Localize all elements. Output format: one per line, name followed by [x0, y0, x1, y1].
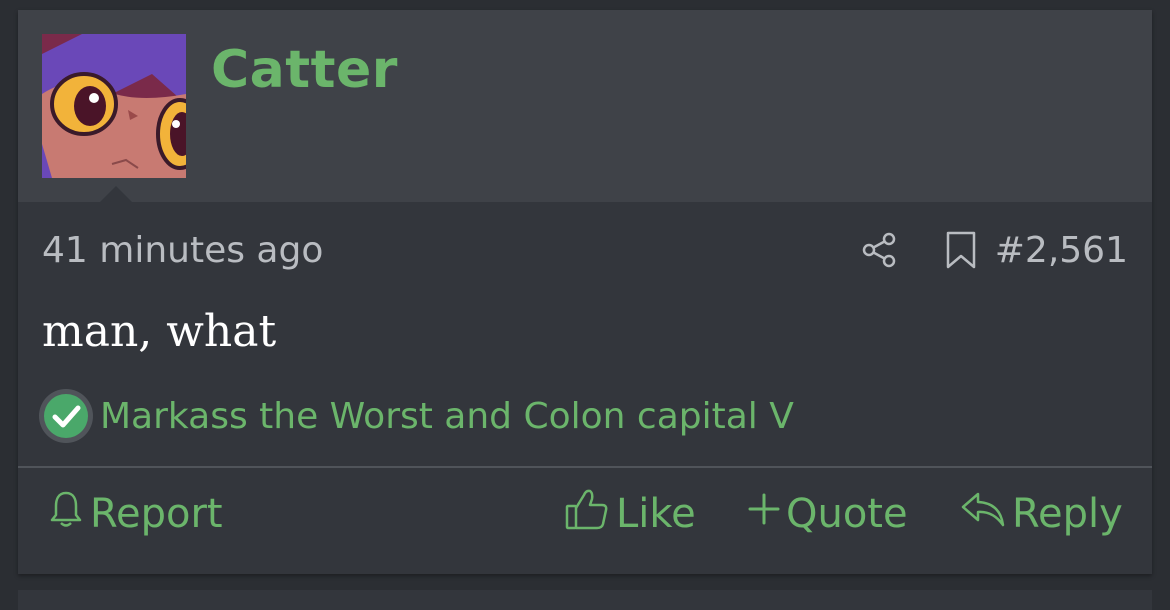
divider	[18, 466, 1152, 468]
post-container: Catter 41 minutes ago #2,561 man, what M…	[18, 10, 1152, 574]
like-label: Like	[616, 491, 696, 537]
reply-label: Reply	[1012, 491, 1123, 537]
like-button[interactable]: Like	[564, 482, 696, 546]
next-post-edge	[18, 590, 1152, 610]
plus-icon	[748, 489, 786, 539]
post-message: man, what	[42, 306, 277, 357]
post-header: Catter	[18, 10, 1152, 202]
quote-button[interactable]: Quote	[748, 482, 908, 546]
thumbs-up-icon	[564, 487, 616, 541]
bell-icon	[48, 489, 90, 539]
post-number-link[interactable]: #2,561	[995, 230, 1128, 271]
share-icon[interactable]	[860, 230, 900, 270]
reaction-users[interactable]: Markass the Worst and Colon capital V	[100, 396, 794, 437]
reply-button[interactable]: Reply	[960, 482, 1123, 546]
username[interactable]: Catter	[211, 40, 398, 100]
post-meta: 41 minutes ago #2,561	[42, 226, 1128, 274]
reply-arrow-icon	[960, 489, 1012, 539]
quote-label: Quote	[786, 491, 908, 537]
check-circle-icon	[38, 388, 94, 444]
post-timestamp[interactable]: 41 minutes ago	[42, 230, 323, 271]
report-label: Report	[90, 491, 223, 537]
bookmark-icon[interactable]	[944, 230, 978, 270]
header-pointer	[100, 186, 132, 202]
report-button[interactable]: Report	[48, 482, 223, 546]
avatar[interactable]	[42, 34, 186, 178]
post-actions: Report Like Quote Reply	[18, 482, 1152, 546]
